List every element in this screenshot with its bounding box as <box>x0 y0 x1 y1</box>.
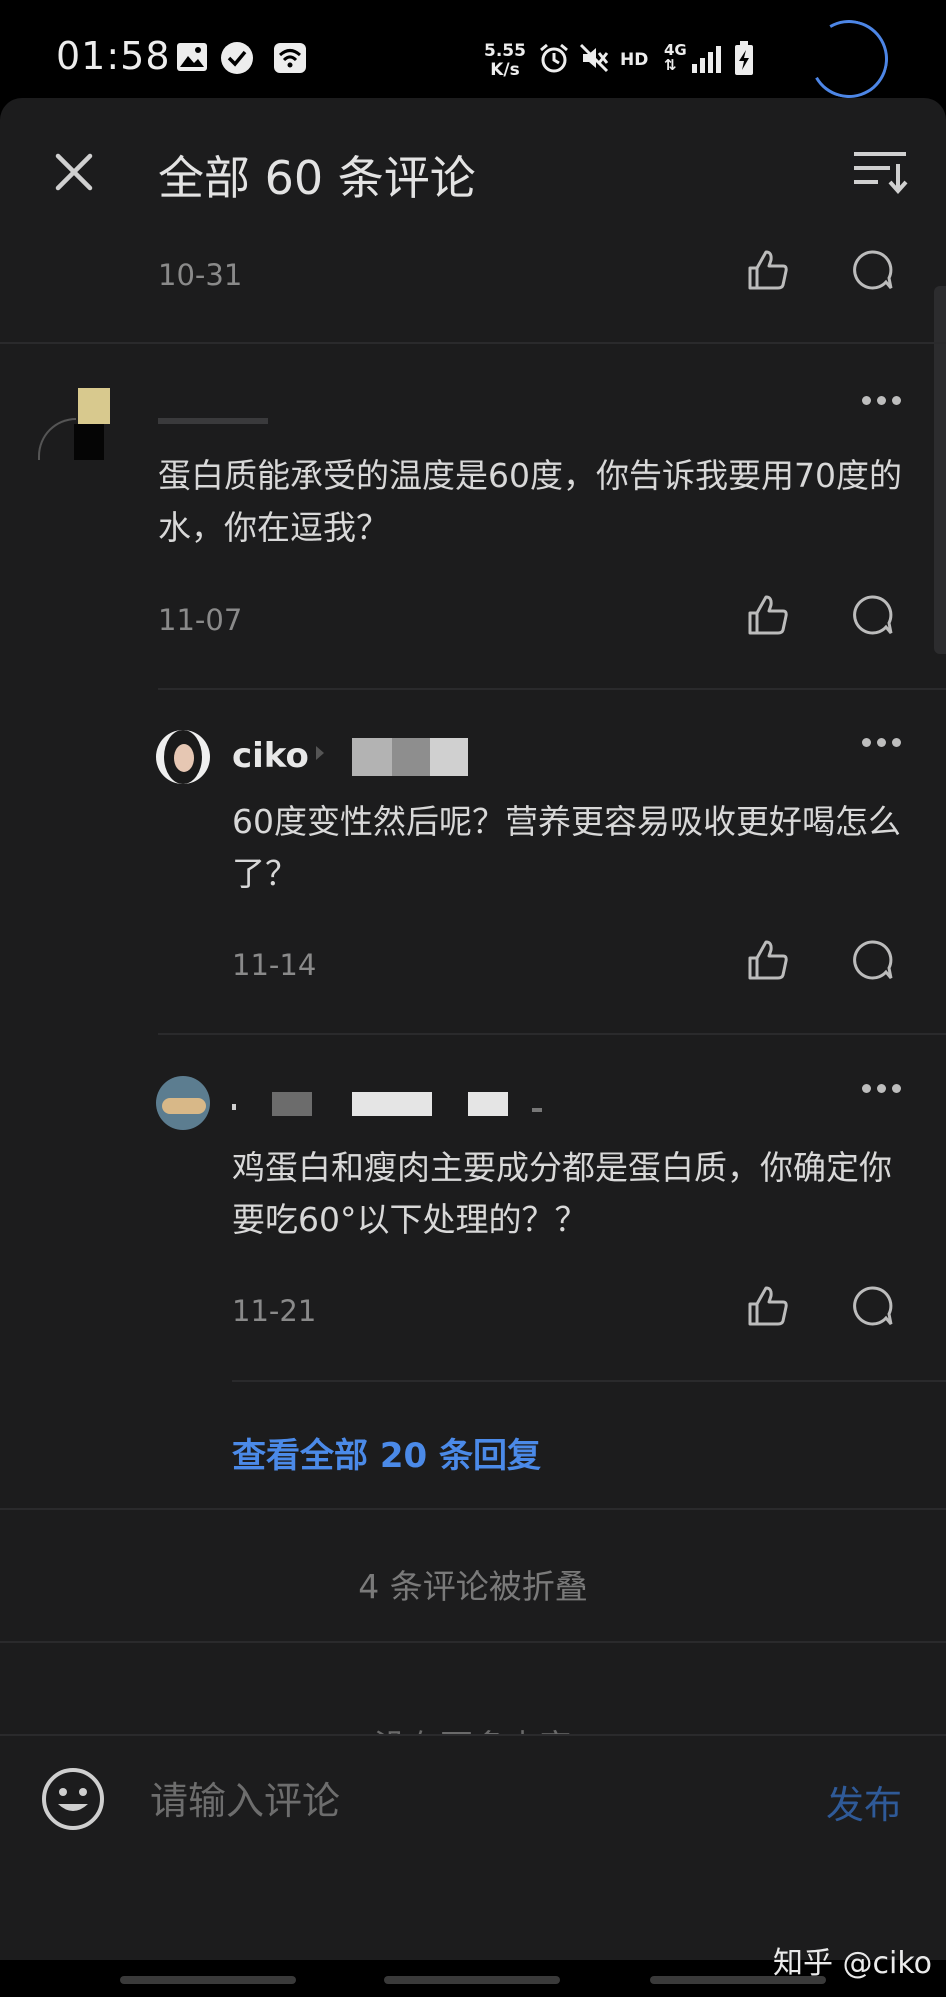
divider <box>158 1033 946 1035</box>
wifi-icon <box>274 43 306 73</box>
publish-button[interactable]: 发布 <box>826 1774 902 1829</box>
comment-input-bar: 发布 <box>0 1734 946 1901</box>
sheet-header: 全部 60 条评论 <box>0 98 946 248</box>
image-icon <box>177 43 207 71</box>
divider <box>232 1380 946 1382</box>
mute-icon <box>579 43 609 73</box>
emoji-icon[interactable] <box>40 1766 106 1832</box>
thumbs-up-icon[interactable] <box>746 593 790 637</box>
avatar[interactable] <box>156 730 210 784</box>
avatar[interactable] <box>38 388 110 460</box>
sort-icon[interactable] <box>852 150 908 194</box>
reply-bubble-icon[interactable] <box>850 593 894 637</box>
thumbs-up-icon[interactable] <box>746 248 790 292</box>
net-speed-unit: K/s <box>490 60 520 80</box>
signal-icon <box>692 46 721 73</box>
more-options-icon[interactable] <box>862 732 908 747</box>
thumbs-up-icon[interactable] <box>746 1284 790 1328</box>
nav-recent-button[interactable] <box>120 1976 296 1984</box>
username-redacted <box>158 418 268 424</box>
comments-sheet: 全部 60 条评论 10-31 蛋白质能承受的温度是60度，你告诉我要用70度的… <box>0 98 946 1997</box>
comment-text: 蛋白质能承受的温度是60度，你告诉我要用70度的水，你在逗我？ <box>158 456 902 547</box>
reply-date: 11-21 <box>232 1294 317 1328</box>
reply-text: 60度变性然后呢？营养更容易吸收更好喝怎么了？ <box>232 802 901 893</box>
check-badge-icon <box>221 42 253 74</box>
battery-charging-icon <box>735 41 753 75</box>
divider <box>0 1641 946 1643</box>
status-time: 01:58 <box>56 34 171 78</box>
network-type: 4G ⇅ <box>664 43 687 73</box>
net-speed: 5.55 K/s <box>484 42 526 80</box>
more-options-icon[interactable] <box>862 1078 908 1093</box>
status-bar: 01:58 5.55 K/s HD 4G ⇅ <box>0 0 946 107</box>
divider <box>158 688 946 690</box>
loading-spinner-icon <box>801 11 897 107</box>
nav-home-button[interactable] <box>384 1976 560 1984</box>
avatar[interactable] <box>156 1076 210 1130</box>
net-speed-value: 5.55 <box>484 41 526 61</box>
username[interactable]: ciko <box>232 736 309 776</box>
reply-date: 11-14 <box>232 948 317 982</box>
username-redacted <box>352 738 468 776</box>
reply-text: 鸡蛋白和瘦肉主要成分都是蛋白质，你确定你要吃60°以下处理的？？ <box>232 1148 892 1239</box>
page-title: 全部 60 条评论 <box>158 151 476 205</box>
comment-date: 11-07 <box>158 603 243 637</box>
thumbs-up-icon[interactable] <box>746 938 790 982</box>
username-redacted <box>232 1090 632 1116</box>
reply-bubble-icon[interactable] <box>850 248 894 292</box>
view-all-replies-link[interactable]: 查看全部 20 条回复 <box>232 1428 541 1477</box>
comment-input[interactable] <box>148 1770 792 1832</box>
alarm-icon <box>540 43 568 73</box>
folded-comments-notice[interactable]: 4 条评论被折叠 <box>0 1560 946 1608</box>
more-options-icon[interactable] <box>862 390 908 405</box>
reply-bubble-icon[interactable] <box>850 1284 894 1328</box>
reply-bubble-icon[interactable] <box>850 938 894 982</box>
reply-to-arrow-icon <box>316 746 324 760</box>
divider <box>0 342 946 344</box>
watermark: 知乎 @ciko <box>773 1946 933 1981</box>
comment-date: 10-31 <box>158 258 243 292</box>
close-icon[interactable] <box>50 148 98 196</box>
data-arrows-icon: ⇅ <box>664 56 677 74</box>
divider <box>0 1508 946 1510</box>
hd-indicator: HD <box>620 50 649 70</box>
